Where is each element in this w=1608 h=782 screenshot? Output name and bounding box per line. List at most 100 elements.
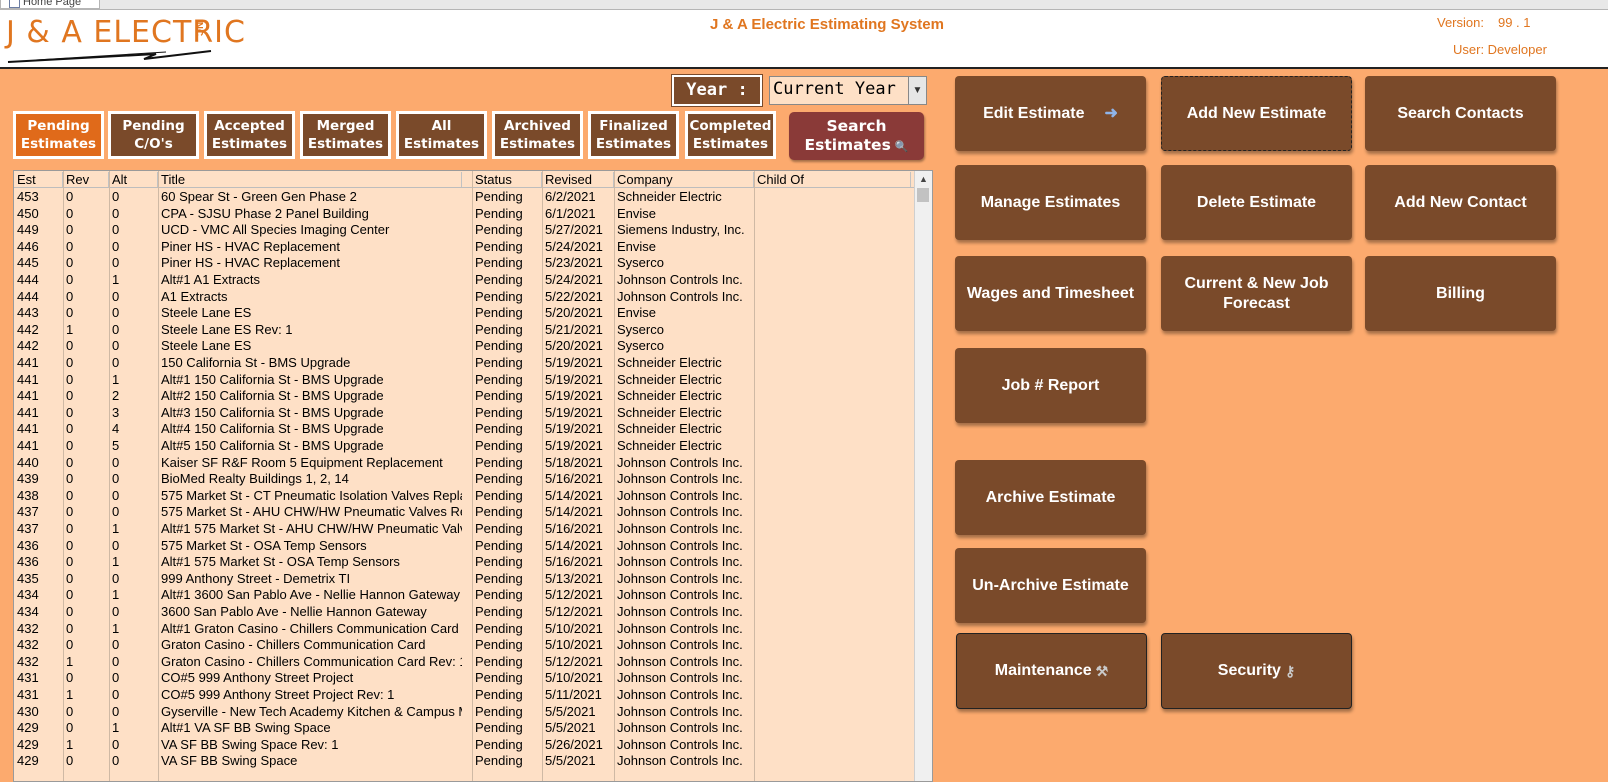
tab-pending-estimates[interactable]: Pending Estimates [13, 111, 104, 159]
app-title: J & A Electric Estimating System [710, 16, 944, 33]
list-item[interactable]: 449 0 0 UCD - VMC All Species Imaging Cente… [14, 221, 914, 238]
archive-estimate-button[interactable]: Archive Estimate [955, 460, 1146, 535]
add-new-estimate-button[interactable]: Add New Estimate [1161, 76, 1352, 151]
cell-revised: 5/13/2021 [545, 570, 603, 586]
list-item[interactable]: 437 0 1 Alt#1 575 Market St - AHU CHW/HW Pn… [14, 520, 914, 537]
estimates-list[interactable]: Est Rev Alt Title Status Revised Company Child … [13, 170, 933, 782]
list-item[interactable]: 441 0 5 Alt#5 150 California St - BMS Upgra… [14, 437, 914, 454]
cell-title: CO#5 999 Anthony Street Project [161, 670, 354, 686]
list-item[interactable]: 432 1 0 Graton Casino - Chillers Communicat… [14, 653, 914, 670]
column-header-rev[interactable]: Rev [63, 172, 109, 187]
magnifier-icon: 🔍 [894, 139, 909, 153]
column-header-est[interactable]: Est [14, 172, 63, 187]
list-item[interactable]: 429 1 0 VA SF BB Swing Space Rev: 1 Pending 5… [14, 736, 914, 753]
list-item[interactable]: 439 0 0 BioMed Realty Buildings 1, 2, 14 Pen… [14, 470, 914, 487]
year-select[interactable]: Current Year ▼ [769, 76, 927, 105]
list-item[interactable]: 435 0 0 999 Anthony Street - Demetrix TI Pen… [14, 570, 914, 587]
cell-status: Pending [475, 720, 523, 736]
list-item[interactable]: 434 0 0 3600 San Pablo Ave - Nellie Hannon … [14, 603, 914, 620]
billing-button[interactable]: Billing [1365, 256, 1556, 331]
list-item[interactable]: 444 0 1 Alt#1 A1 Extracts Pending 5/24/2021 Jo… [14, 271, 914, 288]
list-item[interactable]: 446 0 0 Piner HS - HVAC Replacement Pending 5… [14, 238, 914, 255]
cell-revised: 6/2/2021 [545, 189, 596, 204]
tab-accepted-estimates[interactable]: Accepted Estimates [204, 111, 295, 159]
list-item[interactable]: 434 0 1 Alt#1 3600 San Pablo Ave - Nellie H… [14, 586, 914, 603]
list-item[interactable]: 443 0 0 Steele Lane ES Pending 5/20/2021 Envis… [14, 304, 914, 321]
delete-estimate-button[interactable]: Delete Estimate [1161, 165, 1352, 240]
cell-alt: 1 [112, 587, 120, 603]
column-header-status[interactable]: Status [472, 172, 542, 187]
search-contacts-button[interactable]: Search Contacts [1365, 76, 1556, 151]
list-item[interactable]: 436 0 0 575 Market St - OSA Temp Sensors Pen… [14, 537, 914, 554]
wages-timesheet-button[interactable]: Wages and Timesheet [955, 256, 1146, 331]
column-header-alt[interactable]: Alt [109, 172, 158, 187]
security-button[interactable]: Security ⚷ [1161, 633, 1352, 709]
cell-title: Piner HS - HVAC Replacement [161, 255, 340, 271]
list-item[interactable]: 431 1 0 CO#5 999 Anthony Street Project Rev… [14, 686, 914, 703]
list-item[interactable]: 450 0 0 CPA - SJSU Phase 2 Panel Building Pe… [14, 205, 914, 222]
list-item[interactable]: 442 0 0 Steele Lane ES Pending 5/20/2021 Syser… [14, 337, 914, 354]
list-item[interactable]: 442 1 0 Steele Lane ES Rev: 1 Pending 5/21/20… [14, 321, 914, 338]
cell-alt: 4 [112, 421, 120, 437]
list-item[interactable]: 430 0 0 Gyserville - New Tech Academy Kitch… [14, 703, 914, 720]
tab-finalized-estimates[interactable]: Finalized Estimates [588, 111, 679, 159]
tab-pending-c-o-s[interactable]: Pending C/O's [108, 111, 199, 159]
cell-child-of [754, 206, 911, 222]
column-header-revised[interactable]: Revised [542, 172, 614, 187]
list-item[interactable]: 437 0 0 575 Market St - AHU CHW/HW Pneumati… [14, 503, 914, 520]
cell-title: VA SF BB Swing Space Rev: 1 [161, 736, 339, 752]
cell-rev: 0 [66, 537, 74, 553]
list-item[interactable]: 432 0 0 Graton Casino - Chillers Communicat… [14, 636, 914, 653]
list-item[interactable]: 429 0 1 Alt#1 VA SF BB Swing Space Pending 5/… [14, 719, 914, 736]
cell-rev: 0 [66, 504, 74, 520]
cell-rev: 0 [66, 355, 74, 370]
list-item[interactable]: 445 0 0 Piner HS - HVAC Replacement Pending 5… [14, 254, 914, 271]
cell-revised: 5/16/2021 [545, 554, 603, 570]
cell-child-of [754, 670, 911, 686]
home-page-tab[interactable]: Home Page [0, 0, 100, 9]
scroll-up-icon[interactable]: ▲ [915, 171, 932, 187]
column-header-title[interactable]: Title [158, 172, 462, 187]
cell-alt: 0 [112, 703, 120, 719]
maintenance-button[interactable]: Maintenance ⚒ [956, 633, 1147, 709]
tab-merged-estimates[interactable]: Merged Estimates [300, 111, 391, 159]
list-item[interactable]: 432 0 1 Alt#1 Graton Casino - Chillers Comm… [14, 620, 914, 637]
cell-title: 575 Market St - AHU CHW/HW Pneumatic Val… [161, 504, 462, 520]
cell-title: A1 Extracts [161, 288, 228, 304]
cell-title: Alt#1 575 Market St - AHU CHW/HW Pneumat… [161, 521, 462, 536]
list-item[interactable]: 440 0 0 Kaiser SF R&F Room 5 Equipment Repl… [14, 454, 914, 471]
list-item[interactable]: 441 0 2 Alt#2 150 California St - BMS Upgra… [14, 387, 914, 404]
list-item[interactable]: 441 0 0 150 California St - BMS Upgrade Pend… [14, 354, 914, 371]
cell-child-of [754, 305, 911, 321]
tab-all-estimates[interactable]: All Estimates [396, 111, 487, 159]
list-item[interactable]: 438 0 0 575 Market St - CT Pneumatic Isolat… [14, 487, 914, 504]
list-item[interactable]: 453 0 0 60 Spear St - Green Gen Phase 2 Pend… [14, 188, 914, 205]
list-scrollbar[interactable]: ▲ [914, 171, 932, 781]
list-item[interactable]: 441 0 3 Alt#3 150 California St - BMS Upgra… [14, 404, 914, 421]
scroll-thumb[interactable] [917, 188, 929, 202]
version-value: 99 . 1 [1497, 15, 1531, 30]
list-item[interactable]: 429 0 0 VA SF BB Swing Space Pending 5/5/2021… [14, 752, 914, 769]
add-new-contact-button[interactable]: Add New Contact [1365, 165, 1556, 240]
cell-rev: 0 [66, 570, 74, 586]
job-forecast-button[interactable]: Current & New Job Forecast [1161, 256, 1352, 331]
unarchive-estimate-button[interactable]: Un-Archive Estimate [955, 548, 1146, 623]
list-item[interactable]: 436 0 1 Alt#1 575 Market St - OSA Temp Sens… [14, 553, 914, 570]
list-item[interactable]: 431 0 0 CO#5 999 Anthony Street Project Pend… [14, 669, 914, 686]
tab-completed-estimates[interactable]: Completed Estimates [685, 111, 776, 159]
tab-archived-estimates[interactable]: Archived Estimates [492, 111, 583, 159]
column-header-company[interactable]: Company [614, 172, 754, 187]
cell-alt: 0 [112, 604, 120, 619]
manage-estimates-button[interactable]: Manage Estimates [955, 165, 1146, 240]
cell-title: Graton Casino - Chillers Communication C… [161, 637, 426, 653]
job-report-button[interactable]: Job # Report [955, 348, 1146, 423]
cell-revised: 5/19/2021 [545, 438, 603, 453]
cell-revised: 5/11/2021 [545, 687, 602, 702]
chevron-down-icon[interactable]: ▼ [908, 77, 926, 104]
column-header-child-of[interactable]: Child Of [754, 172, 911, 187]
list-item[interactable]: 441 0 1 Alt#1 150 California St - BMS Upgra… [14, 371, 914, 388]
list-item[interactable]: 441 0 4 Alt#4 150 California St - BMS Upgra… [14, 420, 914, 437]
search-estimates-button[interactable]: Search Estimates 🔍 [789, 112, 924, 160]
edit-estimate-button[interactable]: Edit Estimate ➜ [955, 76, 1146, 151]
list-item[interactable]: 444 0 0 A1 Extracts Pending 5/22/2021 Johnson … [14, 288, 914, 305]
